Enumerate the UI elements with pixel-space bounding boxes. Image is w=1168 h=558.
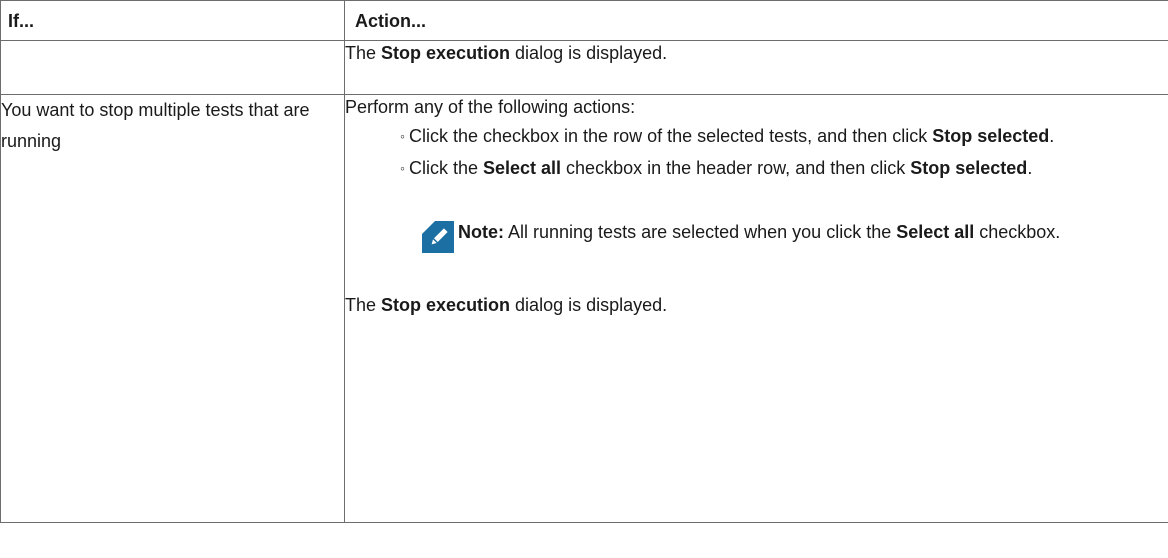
table-row: The Stop execution dialog is displayed.	[0, 40, 1168, 95]
list-item-text: Click the	[408, 158, 483, 178]
bullet-mark: ◦	[400, 160, 405, 176]
result-suffix: dialog is displayed.	[510, 43, 668, 63]
condition-cell: You want to stop multiple tests that are…	[0, 94, 345, 523]
note-block: Note: All running tests are selected whe…	[420, 217, 1148, 253]
ui-label-select-all: Select all	[896, 222, 975, 242]
result-prefix: The	[345, 295, 382, 315]
dialog-name: Stop execution	[381, 295, 511, 315]
ui-label-stop-selected: Stop selected	[932, 126, 1050, 146]
list-item-text: Click the checkbox in the row of the sel…	[408, 126, 933, 146]
table-header-row: If... Action...	[0, 0, 1168, 41]
header-if: If...	[0, 0, 345, 41]
dialog-name: Stop execution	[381, 43, 511, 63]
ui-label-select-all: Select all	[483, 158, 562, 178]
condition-cell-empty	[0, 40, 345, 95]
action-result: The Stop execution dialog is displayed.	[345, 293, 1168, 317]
table-row: You want to stop multiple tests that are…	[0, 94, 1168, 523]
action-intro: Perform any of the following actions:	[345, 97, 636, 117]
bullet-mark: ◦	[400, 128, 405, 144]
list-item-text: checkbox in the header row, and then cli…	[561, 158, 911, 178]
ui-label-stop-selected: Stop selected	[910, 158, 1028, 178]
list-item: ◦ Click the checkbox in the row of the se…	[400, 121, 1168, 153]
if-action-table: If... Action... The Stop execution dialo…	[0, 0, 1168, 523]
action-cell: Perform any of the following actions: ◦ C…	[344, 94, 1168, 523]
note-text-end: checkbox.	[974, 222, 1061, 242]
list-item: ◦ Click the Select all checkbox in the he…	[400, 153, 1168, 185]
document-page: If... Action... The Stop execution dialo…	[0, 0, 1168, 558]
list-item-text-end: .	[1049, 126, 1055, 146]
list-item-text-end: .	[1027, 158, 1033, 178]
action-list: ◦ Click the checkbox in the row of the se…	[345, 121, 1168, 185]
action-cell: The Stop execution dialog is displayed.	[344, 40, 1168, 95]
result-suffix: dialog is displayed.	[510, 295, 668, 315]
pencil-note-icon	[422, 221, 454, 253]
note-text: All running tests are selected when you …	[504, 222, 897, 242]
note-label: Note:	[458, 222, 504, 242]
result-prefix: The	[345, 43, 382, 63]
header-action: Action...	[344, 0, 1168, 41]
